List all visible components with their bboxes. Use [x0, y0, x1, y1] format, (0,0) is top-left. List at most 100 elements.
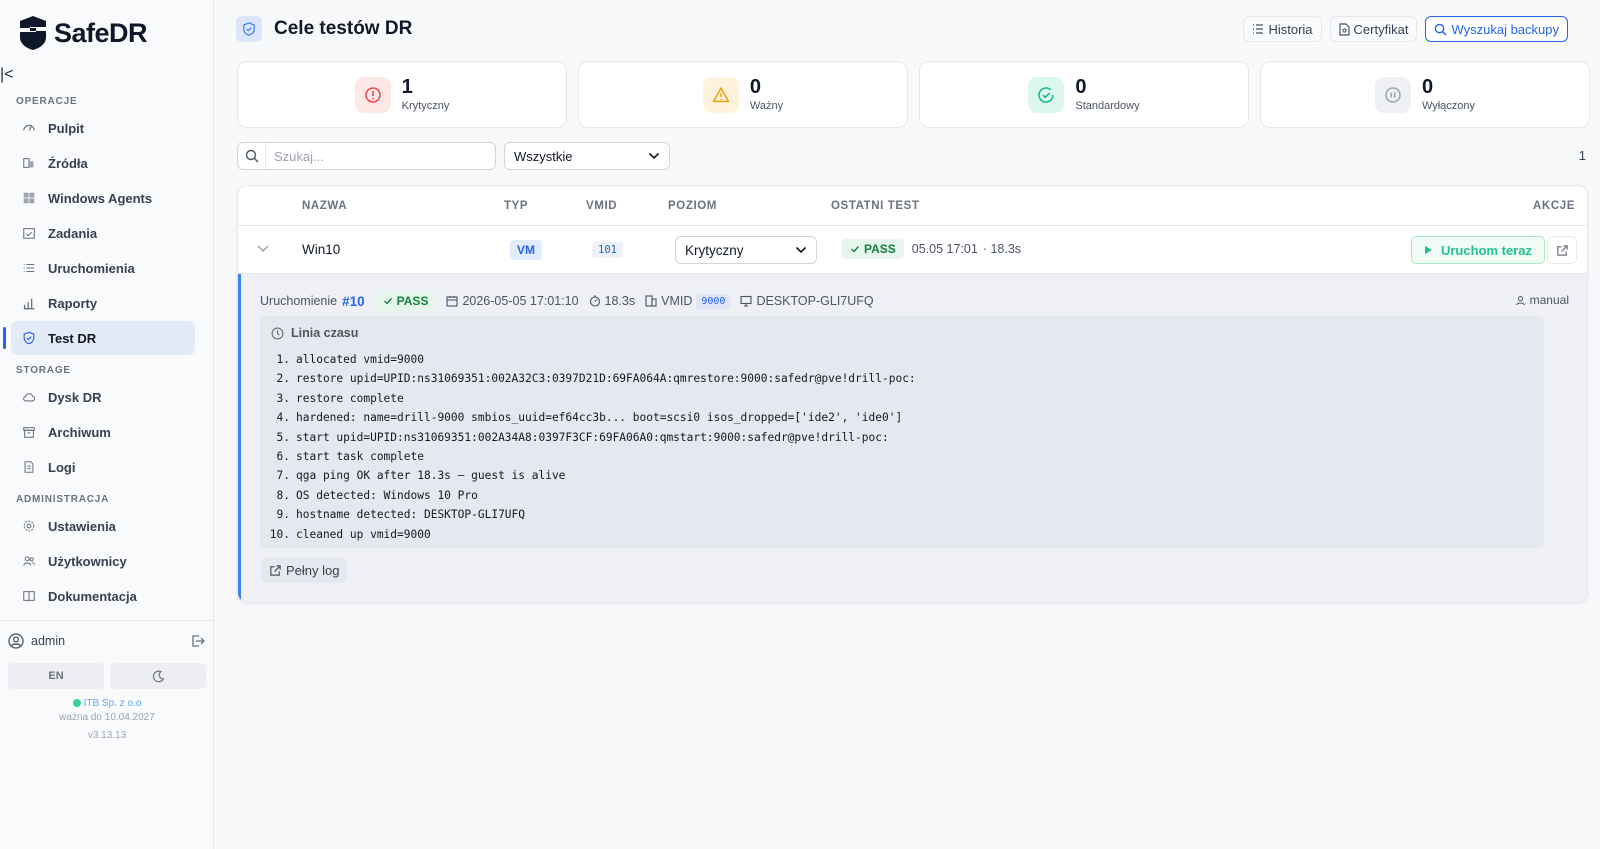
stat-card-standardowy[interactable]: 0 Standardowy — [919, 61, 1249, 128]
run-now-label: Uruchom teraz — [1440, 242, 1532, 258]
run-now-button[interactable]: Uruchom teraz — [1410, 236, 1545, 264]
timeline-entry: 8. OS detected: Windows 10 Pro — [268, 486, 916, 505]
targets-table: NAZWA TYP VMID POZIOM OSTATNI TEST AKCJE… — [237, 185, 1588, 603]
collapse-sidebar-icon[interactable]: |< — [0, 66, 14, 83]
timeline-entry-number: 4. — [276, 411, 290, 425]
server-icon — [645, 295, 657, 307]
last-test-date: 05.05 17:01 — [911, 242, 978, 256]
archive-icon — [22, 425, 36, 439]
sidebar-item-label: Użytkownicy — [48, 553, 127, 569]
sidebar-item-ustawienia[interactable]: Ustawienia — [11, 509, 195, 543]
table-header: NAZWA TYP VMID POZIOM OSTATNI TEST AKCJE — [238, 186, 1587, 226]
column-last-test: OSTATNI TEST — [831, 200, 920, 212]
page-title: Cele testów DR — [274, 18, 413, 39]
sidebar-item-label: Logi — [48, 459, 76, 475]
chevron-down-icon[interactable] — [256, 241, 270, 255]
filters: Wszystkie — [237, 142, 670, 170]
safedr-logo-icon — [20, 16, 46, 50]
sidebar-item-uruchomienia[interactable]: Uruchomienia — [11, 251, 195, 285]
calendar-icon — [446, 296, 459, 307]
search-backups-label: Wyszukaj backupy — [1451, 21, 1559, 37]
level-select[interactable]: Krytyczny — [675, 236, 817, 264]
sidebar-item-pulpit[interactable]: Pulpit — [11, 111, 195, 145]
timeline-entry: 4. hardened: name=drill-9000 smbios_uuid=… — [268, 408, 916, 427]
timeline-entry: 1. allocated vmid=9000 — [268, 350, 916, 369]
timeline-entry-text: start upid=UPID:ns31069351:002A34A8:0397… — [296, 430, 889, 444]
stat-value: 0 — [1421, 76, 1434, 98]
check-circle-icon — [1028, 76, 1065, 113]
stat-label: Ważny — [749, 100, 784, 112]
timeline-entry-text: OS detected: Windows 10 Pro — [296, 488, 478, 502]
external-link-icon — [1556, 244, 1568, 256]
user-row: admin — [0, 625, 214, 657]
language-toggle[interactable]: EN — [8, 663, 104, 689]
header-actions: Historia Certyfikat Wyszukaj backupy — [1243, 16, 1568, 42]
timeline-entry-text: hardened: name=drill-9000 smbios_uuid=ef… — [296, 411, 903, 425]
history-button[interactable]: Historia — [1243, 16, 1322, 42]
logout-icon[interactable] — [190, 633, 206, 649]
timeline-entry-number: 5. — [276, 430, 290, 444]
sidebar-item-zadania[interactable]: Zadania — [11, 216, 195, 250]
certificate-button[interactable]: Certyfikat — [1329, 16, 1418, 42]
sidebar-item-label: Dokumentacja — [48, 588, 137, 604]
sidebar-item-raporty[interactable]: Raporty — [11, 286, 195, 320]
sidebar-item-logi[interactable]: Logi — [11, 450, 195, 484]
bar-chart-icon — [22, 296, 36, 310]
nav-section-label: ADMINISTRACJA — [16, 494, 110, 505]
sidebar-item-archiwum[interactable]: Archiwum — [11, 415, 195, 449]
chevron-down-icon — [795, 246, 807, 254]
history-label: Historia — [1268, 21, 1313, 37]
play-icon — [1424, 246, 1432, 254]
list-icon — [1253, 24, 1264, 34]
column-vmid: VMID — [586, 200, 618, 212]
certificate-label: Certyfikat — [1353, 21, 1409, 37]
stat-card-ważny[interactable]: 0 Ważny — [578, 61, 908, 128]
type-badge: VM — [510, 240, 542, 260]
timeline-entry-number: 8. — [276, 488, 290, 502]
theme-toggle[interactable] — [110, 663, 206, 689]
open-external-button[interactable] — [1547, 236, 1577, 264]
sidebar-item-użytkownicy[interactable]: Użytkownicy — [11, 544, 195, 578]
warning-icon — [702, 76, 739, 113]
run-number-link[interactable]: #10 — [342, 294, 365, 309]
run-detail-panel: Uruchomienie #10 PASS 2026-05-05 17:01:1… — [238, 274, 1587, 602]
timeline-entry-text: qga ping OK after 18.3s — guest is alive — [296, 469, 566, 483]
timeline-entry-number: 9. — [276, 508, 290, 522]
result-count: 1 — [1578, 148, 1586, 163]
moon-icon — [152, 670, 164, 682]
sidebar: SafeDR |< OPERACJE Pulpit Źródła Windows Ag… — [0, 0, 214, 849]
stat-card-krytyczny[interactable]: 1 Krytyczny — [237, 61, 567, 128]
sidebar-item-dysk-dr[interactable]: Dysk DR — [11, 380, 195, 414]
sidebar-item-windows-agents[interactable]: Windows Agents — [11, 181, 195, 215]
search-input[interactable] — [266, 143, 495, 169]
page-header: Cele testów DR — [236, 16, 412, 42]
sidebar-item-źródła[interactable]: Źródła — [11, 146, 195, 180]
calendar-check-icon — [22, 226, 36, 240]
full-log-button[interactable]: Pełny log — [261, 557, 348, 583]
full-log-label: Pełny log — [286, 562, 340, 578]
level-filter-value: Wszystkie — [514, 148, 573, 164]
run-vmid-label: VMID — [661, 294, 693, 308]
nav-section-label: STORAGE — [16, 365, 71, 376]
user-icon — [1515, 295, 1525, 305]
sidebar-item-dokumentacja[interactable]: Dokumentacja — [11, 579, 195, 613]
level-filter-select[interactable]: Wszystkie — [504, 142, 670, 170]
app-logo[interactable]: SafeDR — [0, 0, 213, 66]
sidebar-item-test-dr[interactable]: Test DR — [3, 321, 195, 355]
stat-label: Standardowy — [1075, 100, 1140, 112]
stat-value: 1 — [401, 76, 413, 98]
app-name: SafeDR — [54, 17, 148, 48]
monitor-icon — [740, 295, 753, 307]
sidebar-item-label: Uruchomienia — [48, 260, 135, 276]
table-row[interactable]: Win10 VM 101 Krytyczny PASS 05.05 17:01 … — [238, 226, 1587, 274]
stat-label: Wyłączony — [1421, 100, 1476, 112]
shield-check-icon — [236, 16, 262, 42]
windows-icon — [22, 191, 36, 205]
search-backups-button[interactable]: Wyszukaj backupy — [1425, 16, 1568, 42]
clock-icon — [271, 327, 284, 339]
stat-card-wyłączony[interactable]: 0 Wyłączony — [1260, 61, 1590, 128]
vmid-badge: 101 — [592, 242, 623, 258]
username: admin — [31, 634, 66, 648]
pause-circle-icon — [1374, 76, 1411, 113]
run-duration: 18.3s — [589, 294, 635, 308]
